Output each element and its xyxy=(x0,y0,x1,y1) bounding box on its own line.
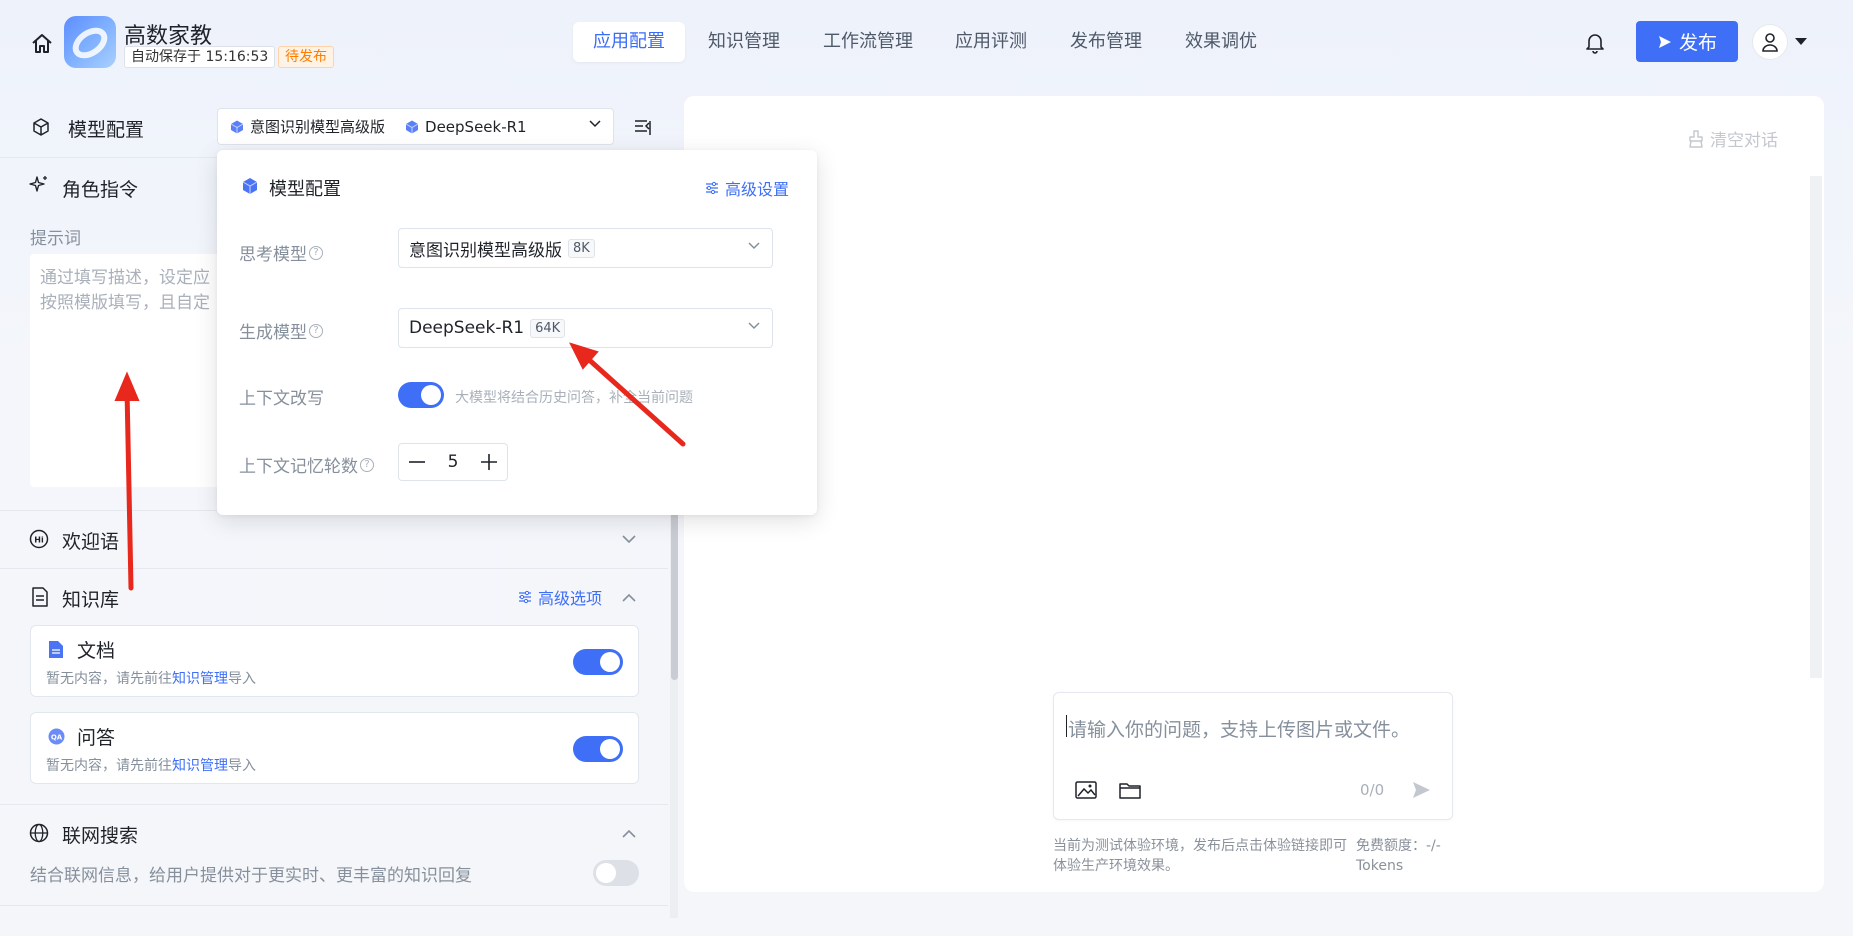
annotation-arrow-right xyxy=(569,342,686,447)
annotation-arrow-left xyxy=(114,371,140,591)
annotation-arrows xyxy=(114,342,686,591)
